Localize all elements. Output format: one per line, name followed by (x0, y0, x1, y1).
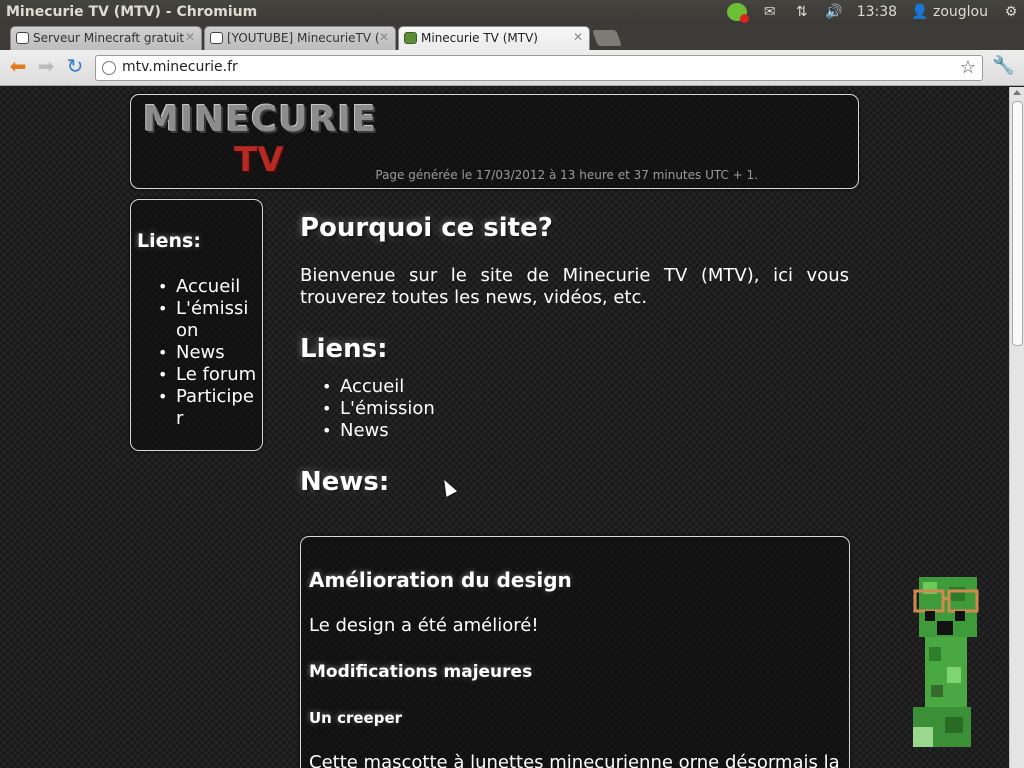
os-top-bar: Minecurie TV (MTV) - Chromium ✉ ⇅ 🔊 13:3… (0, 0, 1024, 24)
system-tray: ✉ ⇅ 🔊 13:38 👤 zouglou ⚙ (726, 3, 1020, 23)
browser-toolbar: ⬅ ➡ ↻ mtv.minecurie.fr ☆ 🔧 (0, 50, 1024, 86)
minecraft-cube-icon (404, 32, 417, 44)
close-icon[interactable]: ✕ (573, 30, 583, 44)
sidebar-link-participer[interactable]: Participer (158, 386, 258, 430)
user-name: zouglou (932, 4, 988, 20)
back-button[interactable]: ⬅ (6, 56, 30, 78)
news-heading: News: (300, 467, 390, 497)
web-page: MINECURIE TV Page générée le 17/03/2012 … (0, 87, 1009, 768)
article-subtitle: Modifications majeures (309, 662, 533, 682)
window-title: Minecurie TV (MTV) - Chromium (6, 4, 258, 20)
sidebar-link-news[interactable]: News (158, 342, 258, 364)
tab-youtube[interactable]: [YOUTUBE] MinecurieTV ( ✕ (204, 26, 396, 50)
sidebar-links: Accueil L'émission News Le forum Partici… (158, 276, 258, 430)
generation-date: Page générée le 17/03/2012 à 13 heure et… (375, 168, 758, 182)
tab-minecurie-tv[interactable]: Minecurie TV (MTV) ✕ (398, 26, 590, 50)
user-menu[interactable]: 👤 zouglou (911, 4, 988, 20)
content-link-news[interactable]: News (322, 420, 849, 442)
close-icon[interactable]: ✕ (185, 30, 195, 44)
volume-icon[interactable]: 🔊 (825, 4, 843, 20)
clock[interactable]: 13:38 (857, 4, 897, 20)
network-icon[interactable]: ⇅ (793, 4, 811, 20)
gear-icon[interactable]: ⚙ (1002, 4, 1020, 20)
chat-bubble-icon (16, 32, 29, 44)
globe-icon (102, 61, 116, 75)
tab-serveur-minecraft[interactable]: Serveur Minecraft gratuit ✕ (10, 26, 202, 50)
scroll-up-arrow-icon[interactable] (1013, 90, 1021, 95)
user-icon: 👤 (911, 4, 929, 20)
content-links: Accueil L'émission News (322, 376, 849, 442)
page-scrollbar[interactable] (1009, 87, 1024, 768)
chat-bubble-icon (210, 32, 223, 44)
article-subsubtitle: Un creeper (309, 709, 403, 727)
main-content: Pourquoi ce site? Bienvenue sur le site … (300, 207, 849, 497)
site-header: MINECURIE TV Page générée le 17/03/2012 … (130, 94, 859, 189)
tab-label: Minecurie TV (MTV) (421, 31, 538, 45)
sidebar: Liens: Accueil L'émission News Le forum … (130, 199, 263, 451)
sidebar-title: Liens: (137, 230, 201, 252)
creeper-mascot-image (913, 577, 979, 747)
bookmark-star-icon[interactable]: ☆ (960, 57, 976, 78)
sidebar-link-accueil[interactable]: Accueil (158, 276, 258, 298)
article-text: Le design a été amélioré! (309, 615, 539, 636)
sidebar-link-forum[interactable]: Le forum (158, 364, 258, 386)
url-text: mtv.minecurie.fr (122, 59, 238, 75)
content-link-accueil[interactable]: Accueil (322, 376, 849, 398)
site-logo-tv: TV (234, 140, 284, 180)
reload-button[interactable]: ↻ (63, 56, 87, 78)
content-link-emission[interactable]: L'émission (322, 398, 849, 420)
address-bar[interactable]: mtv.minecurie.fr ☆ (95, 55, 983, 81)
tab-strip: Serveur Minecraft gratuit ✕ [YOUTUBE] Mi… (0, 24, 1024, 50)
forward-button[interactable]: ➡ (34, 56, 58, 78)
close-icon[interactable]: ✕ (379, 30, 389, 44)
news-article: Amélioration du design Le design a été a… (300, 536, 850, 768)
new-tab-button[interactable] (592, 30, 622, 46)
links-heading: Liens: (300, 334, 388, 364)
article-title: Amélioration du design (309, 568, 572, 592)
wrench-menu-icon[interactable]: 🔧 (992, 55, 1014, 76)
article-body: Cette mascotte à lunettes minecurienne o… (309, 752, 840, 768)
scrollbar-thumb[interactable] (1012, 101, 1023, 346)
intro-text: Bienvenue sur le site de Minecurie TV (M… (300, 265, 849, 308)
messaging-icon[interactable] (726, 3, 749, 23)
sidebar-link-emission[interactable]: L'émission (158, 298, 258, 342)
tab-label: Serveur Minecraft gratuit (33, 31, 185, 45)
site-logo[interactable]: MINECURIE (143, 99, 377, 140)
page-title: Pourquoi ce site? (300, 213, 553, 243)
mail-icon[interactable]: ✉ (761, 4, 779, 20)
tab-label: [YOUTUBE] MinecurieTV ( (227, 31, 380, 45)
